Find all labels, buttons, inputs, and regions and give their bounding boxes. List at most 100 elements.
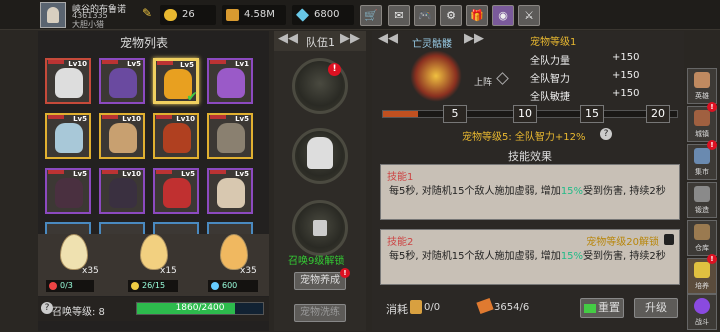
gift-button[interactable]: 🎁 (466, 5, 488, 26)
summon-progress-text: 1860/2400 (175, 303, 225, 313)
crab-pet-icon (163, 123, 191, 153)
pet-slot-selected[interactable]: Lv5 ✔ (153, 58, 199, 105)
next-team-arrow-icon[interactable]: ▶▶ (340, 31, 360, 46)
milestone-20: 20 (646, 105, 670, 123)
pet-level: Lv5 (235, 115, 249, 123)
gold-value: 26 (182, 9, 195, 20)
prev-pet-arrow-icon[interactable]: ◀◀ (378, 31, 398, 46)
pet-level: Lv5 (73, 115, 87, 123)
diamond-icon (211, 282, 219, 290)
gem-value: 6800 (314, 9, 340, 20)
pet-evolve-button[interactable]: 宠物洗练 (294, 304, 346, 322)
team-slot-2[interactable] (292, 128, 348, 184)
pet-slot[interactable]: Lv5 (207, 113, 253, 159)
egg-epic[interactable] (220, 234, 248, 270)
gamepad-button[interactable]: 🎮 (414, 5, 436, 26)
check-icon: ✔ (186, 89, 198, 105)
pet-slot[interactable]: Lv5 (45, 113, 91, 159)
player-avatar[interactable] (40, 2, 66, 28)
unicorn-pet-icon (109, 68, 137, 98)
pet-slot[interactable]: Lv5 (99, 58, 145, 104)
gold-egg-icon (131, 282, 139, 290)
pet-slot[interactable] (45, 222, 91, 234)
stat-name: 全队敏捷 (530, 92, 570, 103)
market-icon (694, 148, 710, 164)
level-progress-fill (383, 111, 418, 117)
pet-slot[interactable]: Lv10 (99, 168, 145, 214)
egg-count: x35 (240, 266, 257, 276)
flame-skull-pet-portrait (410, 50, 462, 102)
skeleton-pet-icon (217, 178, 245, 208)
alert-badge-icon: ! (340, 268, 350, 278)
pet-slot[interactable]: Lv5 (153, 168, 199, 214)
chest-icon (694, 224, 710, 240)
reset-button[interactable]: 重置 (580, 298, 624, 318)
egg-count: x35 (82, 266, 99, 276)
pet-level: Lv10 (176, 115, 195, 123)
pet-slot[interactable] (153, 222, 199, 234)
pet-level: Lv10 (122, 170, 141, 178)
pet-level: Lv10 (122, 115, 141, 123)
reset-ticket-icon (584, 303, 596, 313)
edit-name-icon[interactable]: ✎ (142, 6, 152, 20)
skill-1-title: 技能1 (387, 172, 414, 183)
spider-pet-icon (109, 178, 137, 208)
stat-name: 全队力量 (530, 56, 570, 67)
pet-slot[interactable]: Lv10 (153, 113, 199, 159)
skill-2-card: 技能2 宠物等级20解锁 每5秒, 对随机15个敌人施加虚弱, 增加15%受到伤… (380, 229, 680, 285)
prev-team-arrow-icon[interactable]: ◀◀ (278, 31, 298, 46)
beast-pet-icon (109, 123, 137, 153)
mail-icon: ✉ (394, 9, 404, 22)
red-egg-icon (49, 282, 57, 290)
sidebar-forge[interactable]: 锻造 (687, 182, 717, 218)
pet-paw-icon (694, 262, 710, 278)
next-pet-arrow-icon[interactable]: ▶▶ (464, 31, 484, 46)
gift-icon: 🎁 (470, 9, 484, 22)
pet-level-label: 宠物等级1 (530, 37, 577, 48)
sidebar-warehouse[interactable]: 仓库 (687, 220, 717, 256)
pet-level: Lv5 (181, 170, 195, 178)
sword-button[interactable]: ⚔ (518, 5, 540, 26)
pet-slot[interactable] (207, 222, 253, 234)
milestone-10: 10 (513, 105, 537, 123)
skills-title: 技能效果 (508, 150, 552, 163)
pet-slot[interactable]: Lv5 (45, 168, 91, 214)
sidebar-hero[interactable]: 英雄 (687, 68, 717, 104)
consume-label: 消耗 (386, 303, 408, 316)
skull-pet-icon (55, 68, 83, 98)
sidebar-battle[interactable]: 战斗 (687, 294, 717, 330)
pet-slot[interactable]: Lv5 (207, 168, 253, 214)
skull-pet-icon (307, 137, 333, 169)
cart-icon: 🛒 (364, 9, 378, 22)
pet-food-icon (410, 300, 422, 314)
help-icon[interactable]: ? (600, 128, 612, 140)
town-icon (694, 110, 710, 126)
egg-count: x15 (160, 266, 177, 276)
skill-2-desc: 每5秒, 对随机15个敌人施加虚弱, 增加15%受到伤害, 持续2秒 (389, 251, 666, 262)
alert-badge-icon: ! (707, 140, 717, 150)
lock-icon (313, 220, 327, 236)
milestone-5: 5 (443, 105, 467, 123)
upgrade-button[interactable]: 升级 (634, 298, 678, 318)
scorpion-pet-icon (217, 68, 245, 98)
pet-slot[interactable]: Lv1 (207, 58, 253, 104)
color-wheel-button[interactable]: ◉ (492, 5, 514, 26)
player-guild: 大胆小猎 (72, 20, 104, 29)
equip-label: 上阵 (474, 78, 493, 88)
egg-rare[interactable] (140, 234, 168, 270)
pet-name: 亡灵骷髅 (412, 39, 452, 50)
team-title: 队伍1 (306, 36, 335, 49)
settings-button[interactable]: ⚙ (440, 5, 462, 26)
shop-cart-button[interactable]: 🛒 (360, 5, 382, 26)
mail-button[interactable]: ✉ (388, 5, 410, 26)
pet-slot[interactable] (99, 222, 145, 234)
gear-icon: ⚙ (446, 9, 456, 22)
pet-slot[interactable]: Lv10 (45, 58, 91, 104)
battle-portal-icon (694, 298, 710, 314)
pet-slot[interactable]: Lv10 (99, 113, 145, 159)
gem-icon (295, 8, 310, 22)
pet-nurture-button[interactable]: 宠物养成 (294, 272, 346, 290)
stat-value: +150 (612, 88, 640, 99)
egg-common[interactable] (60, 234, 88, 270)
pet-level: Lv5 (127, 60, 141, 68)
